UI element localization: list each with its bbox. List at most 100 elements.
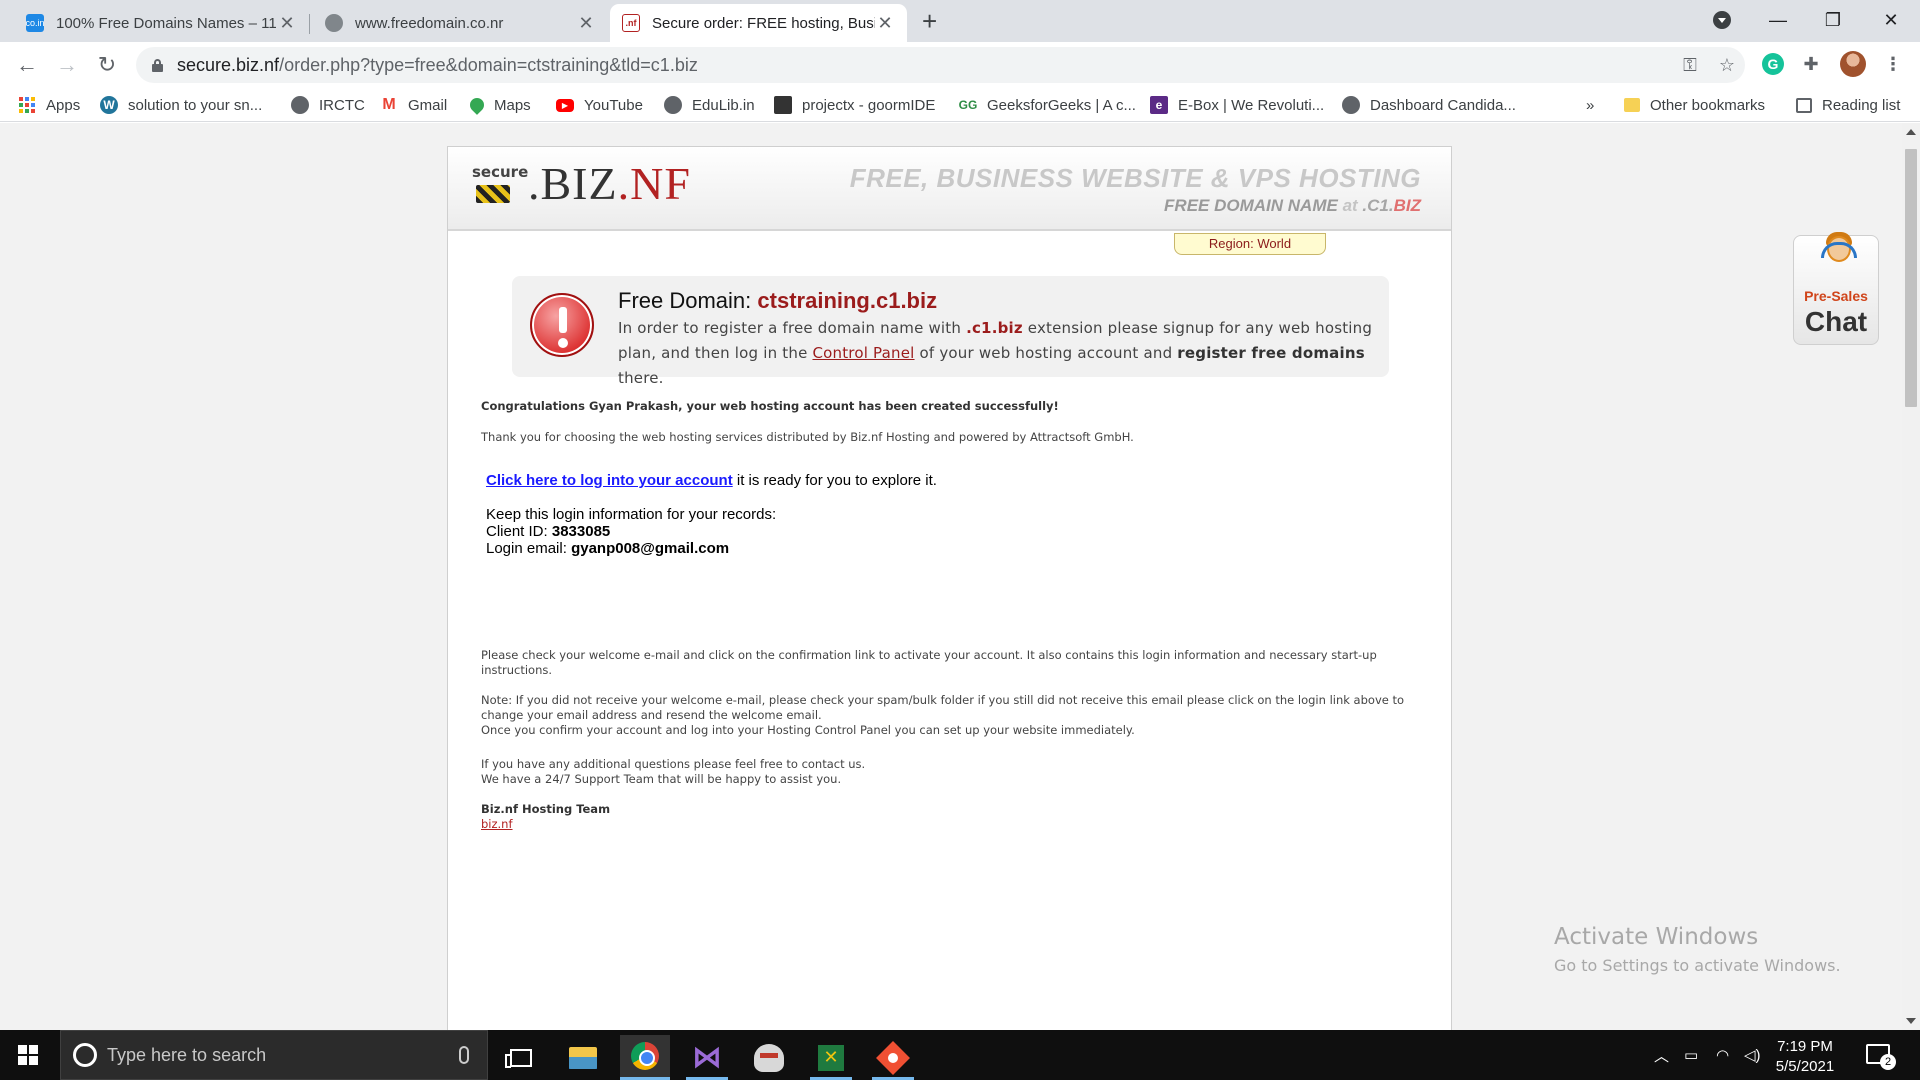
address-bar[interactable]: secure.biz.nf/order.php?type=free&domain…: [136, 47, 1745, 83]
page-scrollbar[interactable]: [1902, 123, 1920, 1030]
bookmark-ebox[interactable]: e E-Box | We Revoluti...: [1150, 94, 1324, 116]
hacker-app-button[interactable]: [744, 1035, 794, 1080]
notification-center-icon[interactable]: 2: [1866, 1044, 1896, 1070]
globe-icon: [664, 96, 682, 114]
windows-taskbar: Type here to search ⋈ ✕ ︿ ▭ ◠ ◁) 7:19 PM…: [0, 1030, 1920, 1080]
battery-icon[interactable]: ▭: [1684, 1030, 1698, 1080]
grammarly-icon[interactable]: G: [1762, 53, 1784, 75]
minimize-button[interactable]: —: [1755, 0, 1801, 40]
chrome-taskbar-button[interactable]: [620, 1035, 670, 1080]
back-button[interactable]: ←: [12, 50, 42, 80]
bookmark-gmail[interactable]: M Gmail: [380, 94, 447, 116]
biz-nf-link[interactable]: biz.nf: [481, 817, 513, 831]
task-view-icon: [505, 1048, 532, 1068]
close-window-button[interactable]: ✕: [1868, 0, 1914, 40]
control-panel-link[interactable]: Control Panel: [812, 344, 914, 362]
profile-avatar[interactable]: [1840, 51, 1866, 77]
exclamation-icon: [530, 293, 594, 357]
volume-icon[interactable]: ◁): [1744, 1030, 1761, 1080]
xampp-button[interactable]: ✕: [806, 1035, 856, 1080]
bookmark-dashboard[interactable]: Dashboard Candida...: [1342, 94, 1516, 116]
other-bookmarks-folder[interactable]: Other bookmarks: [1624, 94, 1765, 116]
windows-start-icon[interactable]: [18, 1045, 38, 1065]
menu-kebab-icon[interactable]: ⋮: [1882, 53, 1904, 75]
file-explorer-button[interactable]: [558, 1035, 608, 1080]
cortana-icon: [73, 1043, 97, 1067]
bookmark-apps[interactable]: Apps: [18, 94, 80, 116]
thanks-message: Thank you for choosing the web hosting s…: [481, 430, 1134, 444]
bookmark-wordpress[interactable]: W solution to your sn...: [100, 94, 262, 116]
microphone-icon[interactable]: [459, 1046, 469, 1064]
url-text: secure.biz.nf/order.php?type=free&domain…: [177, 54, 698, 75]
tab-title: www.freedomain.co.nr: [355, 14, 504, 32]
gfg-icon: GG: [958, 98, 978, 112]
close-tab-icon[interactable]: ✕: [576, 13, 596, 34]
close-tab-icon[interactable]: ✕: [875, 13, 895, 34]
apps-grid-icon: [18, 96, 36, 114]
globe-icon: [325, 14, 343, 32]
reading-list-button[interactable]: Reading list: [1796, 94, 1900, 116]
hacker-app-icon: [754, 1043, 784, 1072]
reload-button[interactable]: ↻: [92, 50, 122, 80]
bookmark-edulib[interactable]: EduLib.in: [664, 94, 755, 116]
congrats-message: Congratulations Gyan Prakash, your web h…: [481, 399, 1059, 413]
team-signature: Biz.nf Hosting Team biz.nf: [481, 802, 611, 831]
bookmark-geeksforgeeks[interactable]: GG GeeksforGeeks | A c...: [959, 94, 1136, 116]
tab-separator: [309, 14, 310, 34]
bookmarks-overflow-button[interactable]: »: [1586, 94, 1594, 116]
lock-icon[interactable]: [152, 58, 163, 72]
order-container: secure .BIZ.NF FREE, BUSINESS WEBSITE & …: [447, 146, 1452, 1030]
taskbar-search-box[interactable]: Type here to search: [60, 1030, 488, 1080]
welcome-instructions: Please check your welcome e-mail and cli…: [481, 648, 1377, 677]
tab-freedomain[interactable]: www.freedomain.co.nr ✕: [313, 4, 608, 42]
xampp-icon: ✕: [818, 1044, 844, 1071]
tab-secure-order[interactable]: .nf Secure order: FREE hosting, Busin ✕: [610, 4, 907, 42]
scroll-thumb: [1905, 149, 1917, 407]
restore-button[interactable]: ❐: [1810, 0, 1856, 40]
support-agent-icon: [1821, 228, 1857, 270]
bookmark-maps[interactable]: Maps: [467, 94, 531, 116]
visual-studio-button[interactable]: ⋈: [682, 1035, 732, 1080]
region-selector[interactable]: Region: World: [1174, 233, 1326, 255]
close-tab-icon[interactable]: ✕: [277, 13, 297, 34]
wifi-icon[interactable]: ◠: [1716, 1030, 1729, 1080]
questions-text: If you have any additional questions ple…: [481, 757, 866, 786]
browser-toolbar: ← → ↻ secure.biz.nf/order.php?type=free&…: [0, 42, 1920, 88]
tab-title: Secure order: FREE hosting, Busin: [652, 14, 875, 32]
system-clock[interactable]: 7:19 PM 5/5/2021: [1768, 1037, 1842, 1077]
biz-nf-logo[interactable]: secure .BIZ.NF: [470, 161, 691, 207]
youtube-icon: ▶: [556, 98, 574, 112]
bookmark-irctc[interactable]: IRCTC: [291, 94, 365, 116]
key-icon[interactable]: ⚿: [1683, 55, 1697, 76]
pre-sales-chat-button[interactable]: Pre-Sales Chat: [1793, 232, 1879, 345]
bookmark-youtube[interactable]: ▶ YouTube: [556, 94, 643, 116]
bookmarks-bar: Apps W solution to your sn... IRCTC M Gm…: [0, 88, 1920, 122]
tab-free-domains[interactable]: co.in 100% Free Domains Names – 11 ✕: [14, 4, 309, 42]
alert-title: Free Domain: ctstraining.c1.biz: [618, 288, 938, 313]
login-link[interactable]: Click here to log into your account: [486, 472, 733, 489]
tray-chevron-icon[interactable]: ︿: [1654, 1030, 1669, 1080]
secure-badge-icon: secure: [470, 161, 528, 207]
page-viewport: secure .BIZ.NF FREE, BUSINESS WEBSITE & …: [0, 123, 1902, 1030]
scroll-down-arrow-icon: [1906, 1018, 1916, 1024]
login-email: gyanp008@gmail.com: [571, 540, 730, 557]
note-text: Note: If you did not receive your welcom…: [481, 693, 1405, 737]
extensions-puzzle-icon[interactable]: ✚: [1800, 53, 1822, 75]
git-icon: [876, 1040, 910, 1075]
task-view-button[interactable]: [496, 1035, 546, 1080]
git-button[interactable]: [868, 1035, 918, 1080]
tab-search-icon[interactable]: [1713, 11, 1731, 29]
new-tab-button[interactable]: +: [922, 6, 937, 36]
maps-icon: [467, 95, 487, 115]
forward-button[interactable]: →: [52, 50, 82, 80]
ebox-icon: e: [1150, 96, 1168, 114]
file-explorer-icon: [569, 1046, 597, 1069]
tab-title: 100% Free Domains Names – 11: [56, 14, 277, 32]
bookmark-goormide[interactable]: projectx - goormIDE: [774, 94, 935, 116]
scroll-up-arrow-icon: [1906, 129, 1916, 135]
visual-studio-icon: ⋈: [692, 1041, 722, 1074]
tab-strip: co.in 100% Free Domains Names – 11 ✕ www…: [0, 0, 1920, 42]
folder-icon: [1624, 98, 1640, 112]
globe-icon: [1342, 96, 1360, 114]
bookmark-star-icon[interactable]: ☆: [1719, 55, 1735, 76]
